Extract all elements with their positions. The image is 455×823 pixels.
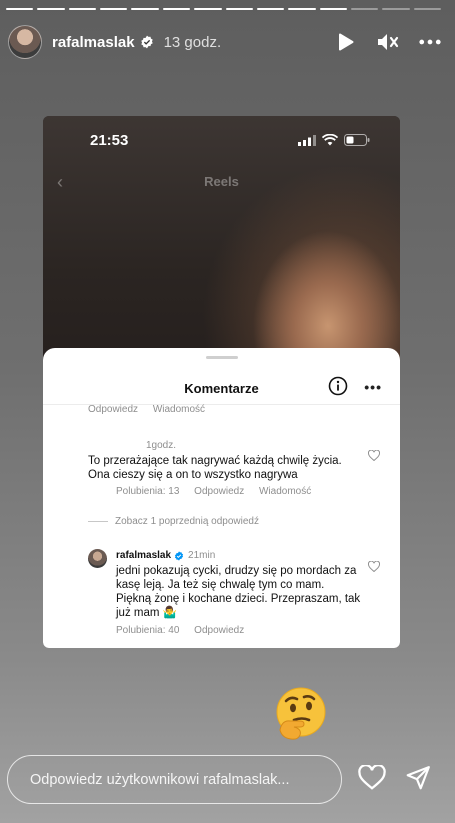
- story-segment: [6, 8, 34, 10]
- story-header: rafalmaslak 13 godz.: [8, 24, 441, 60]
- reply-username: rafalmaslak: [116, 550, 172, 561]
- comment-time: 1godz.: [146, 440, 177, 451]
- verified-badge-icon: [140, 35, 154, 49]
- shared-screenshot: 21:53 ‹ Reels Komentarze ••• Odpowiedz W…: [43, 116, 400, 648]
- story-segment: [350, 8, 379, 10]
- story-segment: [288, 8, 316, 10]
- likes-count: Polubienia: 40: [116, 625, 180, 636]
- divider: [88, 521, 108, 522]
- story-segment: [413, 8, 442, 10]
- more-options-icon[interactable]: [419, 31, 441, 53]
- like-heart-icon: [367, 559, 381, 577]
- see-previous-replies-label: Zobacz 1 poprzednią odpowiedź: [115, 516, 259, 527]
- wifi-icon: [322, 134, 338, 146]
- battery-icon: [344, 134, 370, 146]
- story-segment: [100, 8, 128, 10]
- story-segment: [225, 8, 253, 10]
- phone-clock: 21:53: [90, 132, 129, 149]
- story-segment: [68, 8, 97, 10]
- comment-actions: Polubienia: 13 Odpowiedz Wiadomość: [116, 486, 323, 497]
- comments-sheet: Komentarze ••• Odpowiedz Wiadomość 1godz…: [43, 348, 400, 648]
- signal-icon: [298, 134, 316, 146]
- reel-photo: 21:53 ‹ Reels: [43, 116, 400, 376]
- reply-link: Odpowiedz: [88, 404, 139, 415]
- verified-badge-icon: [174, 550, 184, 561]
- story-segment: [131, 8, 159, 10]
- info-icon: [328, 376, 348, 401]
- play-icon[interactable]: [335, 31, 357, 53]
- reply-header: rafalmaslak 21min: [116, 550, 215, 561]
- story-progress: [6, 8, 442, 10]
- story-segment: [319, 8, 347, 10]
- mute-icon[interactable]: [377, 31, 399, 53]
- comment-text: To przerażające tak nagrywać każdą chwil…: [88, 455, 342, 481]
- story-segment: [162, 8, 191, 10]
- story-segment: [256, 8, 285, 10]
- message-link: Wiadomość: [152, 404, 206, 415]
- sheet-grabber: [206, 356, 238, 359]
- see-previous-replies: Zobacz 1 poprzednią odpowiedź: [88, 516, 259, 527]
- send-icon[interactable]: [405, 765, 431, 796]
- reply-actions: Polubienia: 40 Odpowiedz: [116, 625, 256, 636]
- like-heart-icon[interactable]: [358, 764, 386, 795]
- story-segment: [382, 8, 410, 10]
- story-segment: [37, 8, 65, 10]
- reply-link: Odpowiedz: [194, 486, 245, 497]
- avatar: [88, 549, 107, 568]
- likes-count: Polubienia: 13: [116, 486, 180, 497]
- post-time: 13 godz.: [163, 33, 222, 51]
- reply-input[interactable]: [30, 771, 330, 788]
- reels-title: Reels: [204, 174, 239, 189]
- sheet-more-icon: •••: [364, 379, 382, 395]
- thinking-face-sticker: [274, 686, 328, 740]
- message-link: Wiadomość: [258, 486, 312, 497]
- reply-text: jedni pokazują cycki, drudzy się po mord…: [116, 565, 361, 619]
- reply-link: Odpowiedz: [194, 625, 245, 636]
- reply-time: 21min: [188, 550, 216, 561]
- previous-comment-actions: Odpowiedz Wiadomość: [88, 404, 217, 415]
- story-segment: [194, 8, 222, 10]
- phone-status-icons: [298, 134, 370, 146]
- reply-bar: [7, 755, 342, 804]
- like-heart-icon: [367, 448, 381, 466]
- username[interactable]: rafalmaslak: [52, 34, 135, 51]
- avatar[interactable]: [8, 25, 42, 59]
